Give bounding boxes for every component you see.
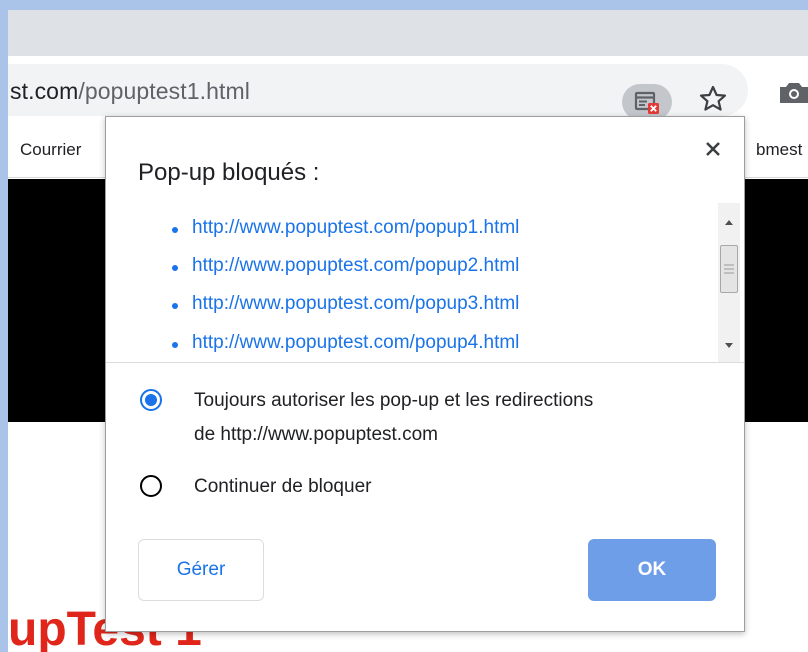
close-icon [706, 142, 720, 156]
grip-icon [724, 264, 734, 274]
star-icon [699, 85, 727, 111]
url-host: st.com [10, 78, 79, 104]
continue-blocking-radio[interactable] [140, 475, 162, 497]
list-scrollbar[interactable] [718, 203, 740, 362]
window-edge [0, 0, 8, 652]
blocked-popup-link[interactable]: http://www.popuptest.com/popup4.html [192, 332, 519, 354]
url-path: /popuptest1.html [78, 78, 250, 104]
popup-blocked-icon [634, 91, 659, 114]
camera-button[interactable] [778, 78, 808, 108]
list-bullet [172, 265, 178, 271]
always-allow-label-line2[interactable]: de http://www.popuptest.com [194, 419, 438, 451]
always-allow-radio[interactable] [140, 389, 162, 411]
scroll-thumb[interactable] [720, 245, 738, 293]
address-bar[interactable]: st.com/popuptest1.html [8, 64, 748, 120]
blocked-popup-link[interactable]: http://www.popuptest.com/popup1.html [192, 217, 519, 239]
bookmark-item[interactable]: Courrier [20, 140, 81, 160]
popup-blocked-dialog: Pop-up bloqués : http://www.popuptest.co… [105, 116, 745, 632]
camera-icon [780, 83, 808, 103]
window-top-strip [8, 0, 808, 10]
blocked-popups-list: http://www.popuptest.com/popup1.html htt… [106, 203, 744, 363]
bookmark-item[interactable]: bmest [756, 140, 802, 160]
list-bullet [172, 303, 178, 309]
caret-down-icon [725, 343, 733, 348]
popup-blocked-button[interactable] [622, 84, 672, 120]
close-button[interactable] [699, 135, 727, 163]
scroll-up-arrow[interactable] [718, 213, 740, 233]
ok-button[interactable]: OK [588, 539, 716, 601]
blocked-popup-link[interactable]: http://www.popuptest.com/popup2.html [192, 255, 519, 277]
scroll-down-arrow[interactable] [718, 335, 740, 355]
dialog-title: Pop-up bloqués : [138, 159, 320, 186]
manage-button[interactable]: Gérer [138, 539, 264, 601]
caret-up-icon [725, 220, 733, 225]
always-allow-label-line1[interactable]: Toujours autoriser les pop-up et les red… [194, 385, 593, 417]
list-bullet [172, 342, 178, 348]
bookmark-star-button[interactable] [696, 82, 730, 116]
blocked-popup-link[interactable]: http://www.popuptest.com/popup3.html [192, 293, 519, 315]
browser-toolbar: st.com/popuptest1.html [8, 56, 808, 120]
url-text: st.com/popuptest1.html [10, 78, 250, 105]
tab-strip [8, 10, 808, 56]
list-bullet [172, 227, 178, 233]
continue-blocking-label[interactable]: Continuer de bloquer [194, 471, 371, 503]
